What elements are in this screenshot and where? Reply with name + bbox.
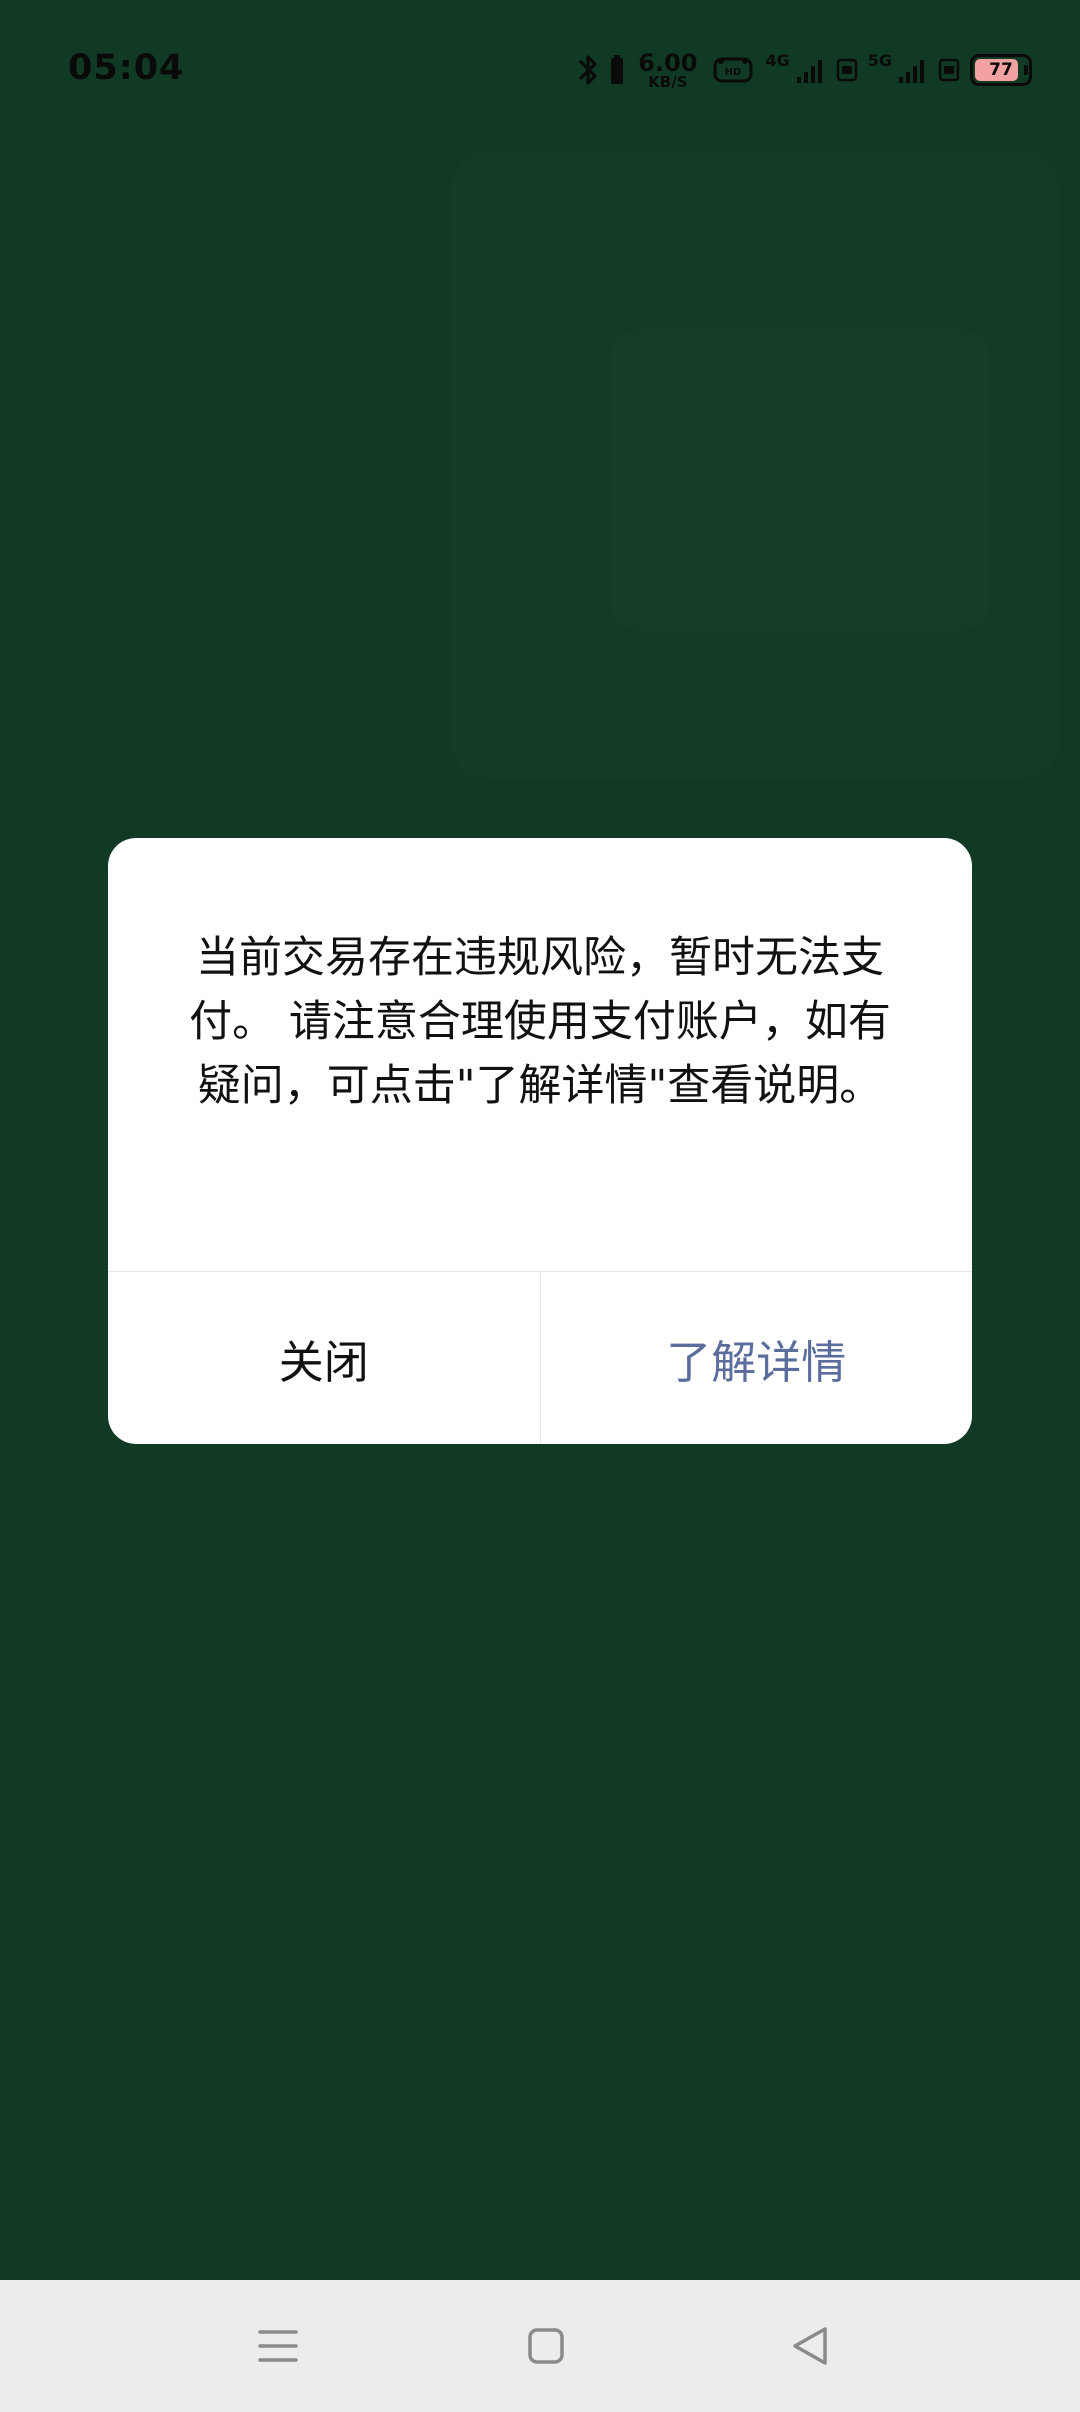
navigation-bar <box>0 2280 1080 2412</box>
close-button[interactable]: 关闭 <box>108 1272 540 1444</box>
sim2-network-label: 5G <box>867 50 892 70</box>
dialog-actions: 关闭 了解详情 <box>108 1272 972 1444</box>
hd-icon: HD <box>711 53 755 87</box>
home-icon[interactable] <box>516 2316 576 2376</box>
sim1-hd-icon <box>836 55 858 85</box>
svg-text:HD: HD <box>725 67 742 78</box>
signal-icon <box>898 55 928 85</box>
dialog-message: 当前交易存在违规风险，暂时无法支付。 请注意合理使用支付账户，如有疑问，可点击"… <box>189 933 891 1111</box>
net-speed-value: 6.00 <box>638 48 698 77</box>
battery-small-icon <box>610 55 624 85</box>
sim1-network-label: 4G <box>765 50 790 70</box>
battery-icon: 77 <box>970 54 1032 86</box>
battery-level: 77 <box>989 60 1013 80</box>
status-bar: 05:04 6.00 KB/S HD 4G 5G 77 <box>0 0 1080 140</box>
status-icons: 6.00 KB/S HD 4G 5G 77 <box>578 48 1032 92</box>
app-screen: 05:04 6.00 KB/S HD 4G 5G 77 当前交易存在违规风险，暂… <box>0 0 1080 2280</box>
risk-alert-dialog: 当前交易存在违规风险，暂时无法支付。 请注意合理使用支付账户，如有疑问，可点击"… <box>108 838 972 1444</box>
menu-icon[interactable] <box>248 2316 308 2376</box>
bluetooth-icon <box>578 53 600 87</box>
net-speed-unit: KB/S <box>648 72 688 91</box>
status-time: 05:04 <box>68 48 185 88</box>
signal-icon <box>796 55 826 85</box>
learn-details-button[interactable]: 了解详情 <box>541 1272 973 1444</box>
net-speed: 6.00 KB/S <box>638 51 697 90</box>
back-icon[interactable] <box>780 2316 840 2376</box>
sim2-hd-icon <box>938 55 960 85</box>
background-shape <box>610 330 990 630</box>
